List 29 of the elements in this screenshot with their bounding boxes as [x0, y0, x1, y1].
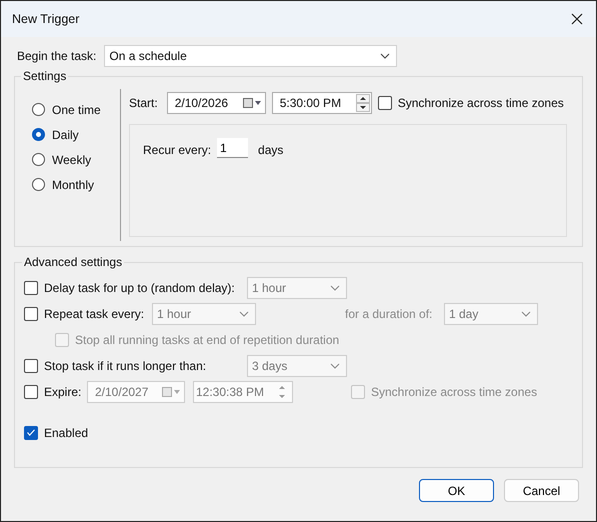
start-label: Start: [129, 96, 158, 110]
schedule-radio[interactable]: Monthly [32, 176, 120, 193]
settings-legend: Settings [21, 69, 68, 83]
recur-input[interactable]: 1 [217, 138, 248, 158]
chevron-down-icon [330, 362, 340, 368]
start-time-field[interactable]: 5:30:00 PM [272, 92, 372, 114]
begin-task-dropdown[interactable]: On a schedule [104, 45, 398, 67]
schedule-radio[interactable]: Daily [32, 126, 120, 143]
close-icon[interactable] [571, 13, 583, 25]
ok-button[interactable]: OK [419, 479, 494, 502]
window-title: New Trigger [12, 12, 80, 26]
chevron-down-icon [330, 284, 340, 290]
schedule-radio[interactable]: One time [32, 101, 120, 118]
recur-label: Recur every: [143, 143, 212, 157]
chevron-down-icon [239, 310, 249, 316]
sync-checkbox[interactable]: Synchronize across time zones [378, 96, 564, 110]
advanced-settings-legend: Advanced settings [22, 255, 124, 269]
spin-arrows-icon[interactable] [356, 94, 370, 112]
recur-unit: days [258, 143, 284, 157]
checkmark-icon [27, 429, 35, 436]
chevron-down-icon [380, 53, 390, 59]
schedule-radio[interactable]: Weekly [32, 151, 120, 168]
cancel-button[interactable]: Cancel [504, 479, 579, 502]
begin-task-label: Begin the task: [17, 49, 96, 63]
chevron-down-icon [521, 310, 531, 316]
duration-label: for a duration of: [345, 306, 434, 320]
enabled-checkbox[interactable]: Enabled [24, 426, 88, 440]
start-date-picker[interactable]: 2/10/2026 [166, 92, 266, 114]
calendar-dropdown-icon[interactable] [242, 98, 261, 108]
